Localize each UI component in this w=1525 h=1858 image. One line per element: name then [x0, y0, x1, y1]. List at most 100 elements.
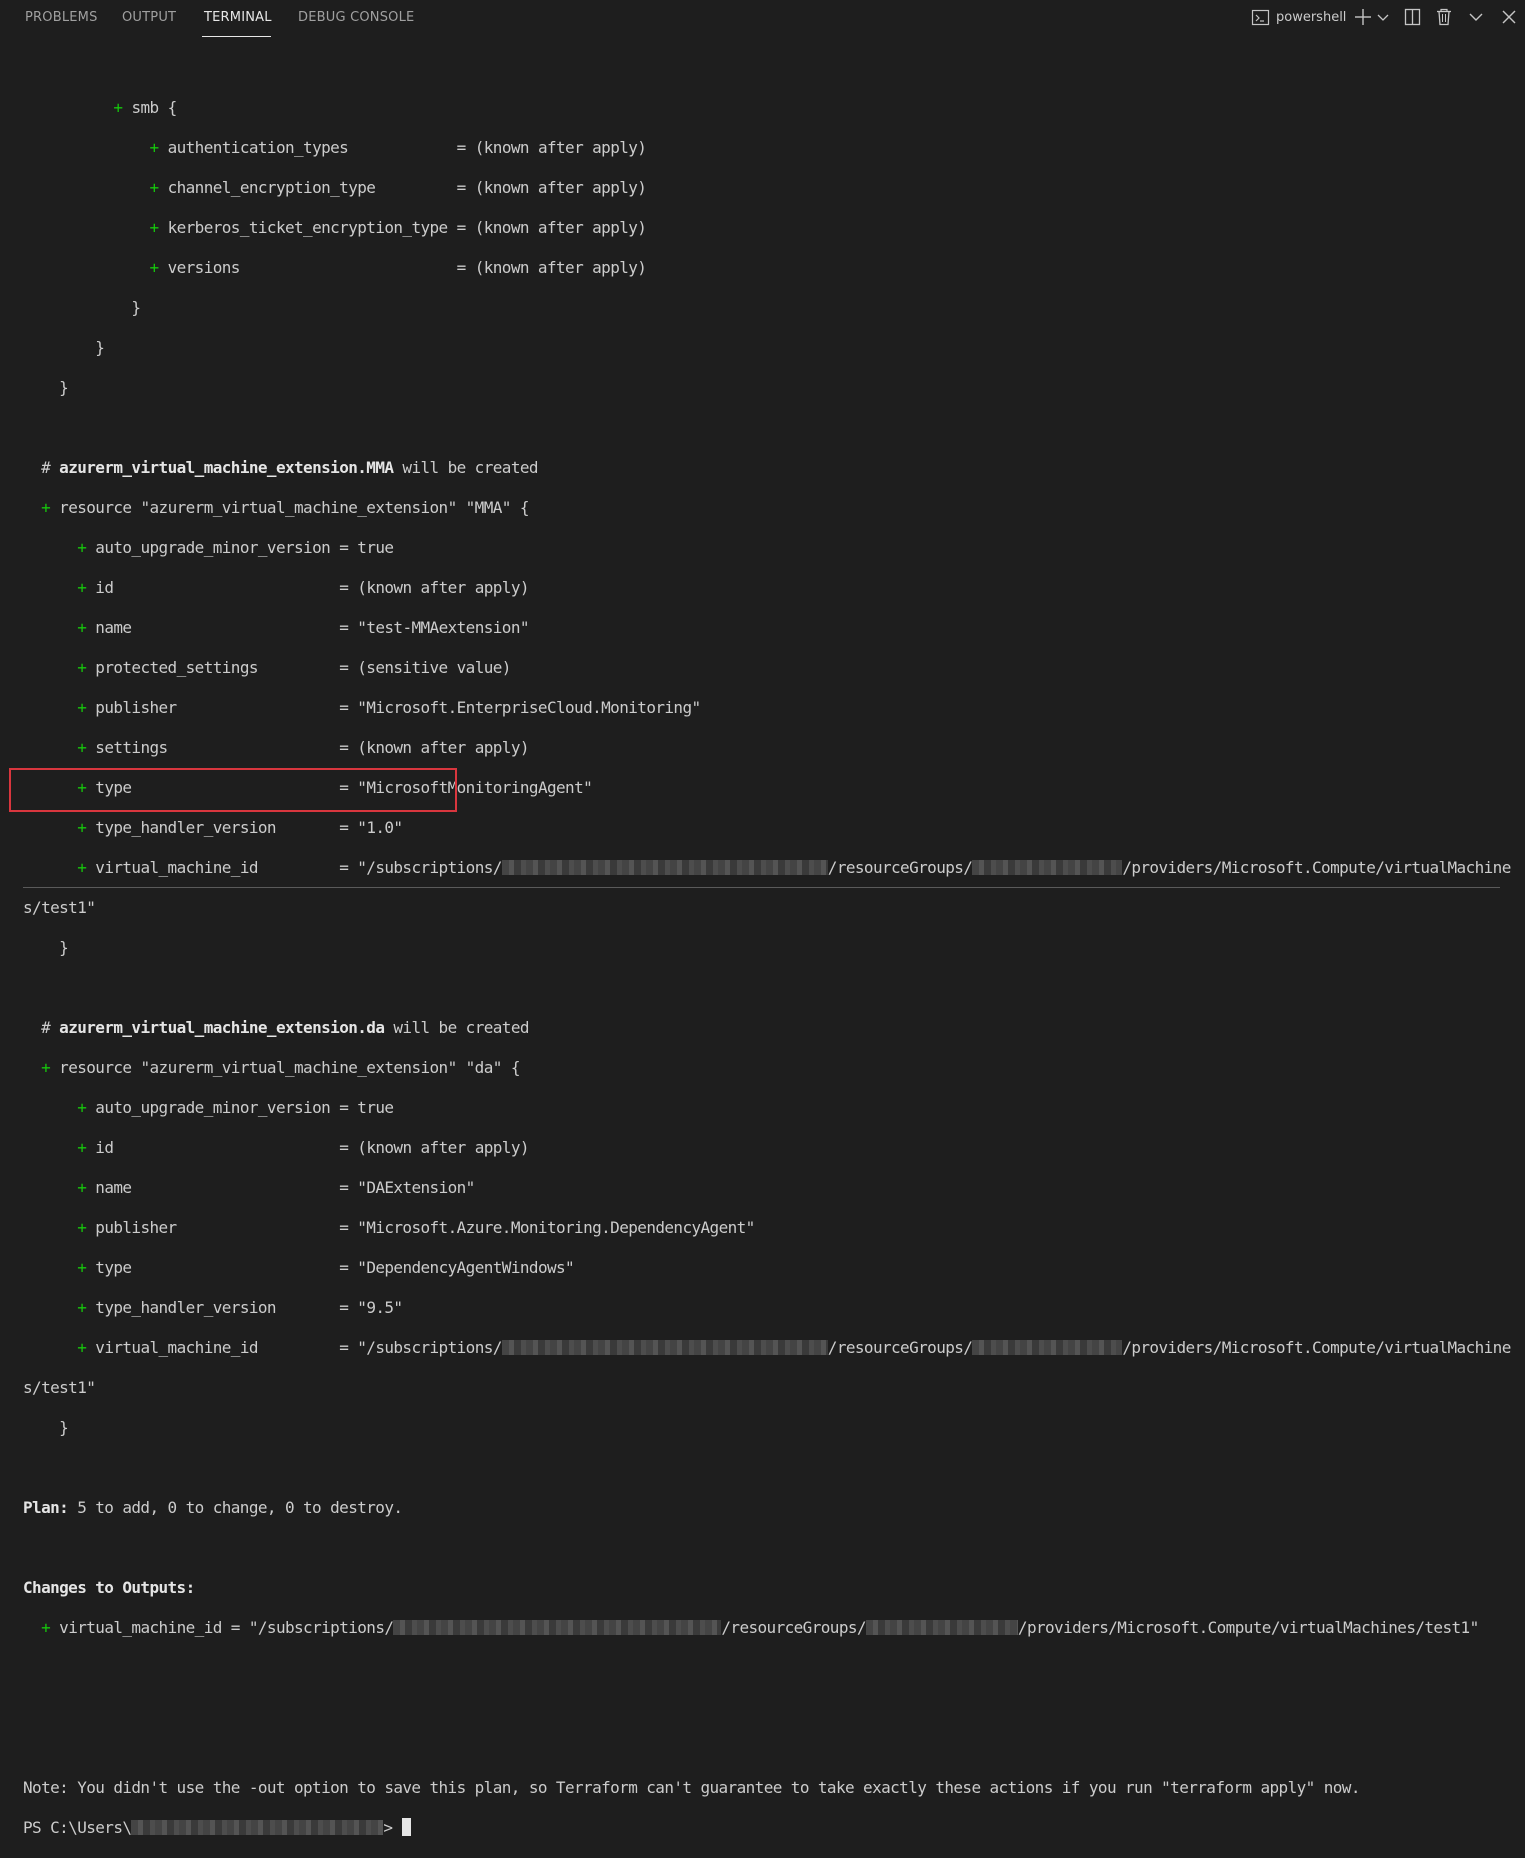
field-padding: [113, 578, 339, 597]
terminal-line: + auto_upgrade_minor_version = true: [77, 538, 394, 557]
terminal-line: # azurerm_virtual_machine_extension.da w…: [23, 1018, 1518, 1038]
da-field-key: name: [95, 1178, 132, 1197]
terminal-line: + authentication_types = (known after ap…: [149, 138, 647, 157]
da-vm-value-mid: /resourceGroups/: [827, 1338, 973, 1357]
output-end: /providers/Microsoft.Compute/virtualMach…: [1017, 1618, 1479, 1637]
field-padding: [375, 178, 447, 197]
da-field-key: type: [95, 1258, 132, 1277]
redacted-subscription-id: [393, 1620, 722, 1635]
note-text: Note: You didn't use the -out option to …: [23, 1778, 1360, 1797]
mma-vm-value-start: "/subscriptions/: [357, 858, 502, 877]
trash-icon[interactable]: [1436, 8, 1452, 28]
smb-field-value: (known after apply): [474, 178, 647, 197]
tab-output[interactable]: OUTPUT: [122, 10, 176, 30]
field-padding: [131, 618, 339, 637]
field-padding: [177, 1218, 340, 1237]
da-vm-value-end: /providers/Microsoft.Compute/virtualMach…: [1122, 1338, 1511, 1357]
terminal-line: }: [23, 1418, 69, 1437]
terminal-output[interactable]: + smb { + authentication_types = (known …: [23, 78, 1518, 1858]
da-field-value: "DAExtension": [357, 1178, 475, 1197]
da-field-key: type_handler_version: [95, 1298, 276, 1317]
terminal-line: }: [23, 338, 105, 357]
plus-marker: +: [77, 1218, 87, 1237]
mma-field-key: protected_settings: [95, 658, 258, 677]
note-line: Note: You didn't use the -out option to …: [23, 1778, 1518, 1798]
plan-summary: Plan: 5 to add, 0 to change, 0 to destro…: [23, 1498, 1518, 1518]
terminal-line: + channel_encryption_type = (known after…: [149, 178, 647, 197]
da-field-value: "Microsoft.Azure.Monitoring.DependencyAg…: [357, 1218, 755, 1237]
da-field-value: true: [357, 1098, 394, 1117]
output-mid: /resourceGroups/: [721, 1618, 866, 1637]
mma-resource-name: azurerm_virtual_machine_extension.MMA: [59, 458, 394, 477]
terminal-line: + publisher = "Microsoft.Azure.Monitorin…: [77, 1218, 755, 1237]
smb-field-key: channel_encryption_type: [167, 178, 376, 197]
mma-comment-suffix: will be created: [393, 458, 538, 477]
mma-field-key: settings: [95, 738, 168, 757]
terminal-line: }: [23, 938, 69, 957]
terminal-line: + name = "test-MMAextension": [77, 618, 529, 637]
plan-highlight-box: [9, 768, 457, 812]
comment-hash: #: [41, 1018, 51, 1037]
mma-field-key: id: [95, 578, 114, 597]
close-icon[interactable]: [1501, 8, 1517, 28]
mma-field-key: name: [95, 618, 132, 637]
redacted-resource-group: [972, 860, 1123, 875]
mma-field-value: (sensitive value): [357, 658, 511, 677]
field-padding: [330, 1098, 339, 1117]
terminal-line: + type = "DependencyAgentWindows": [77, 1258, 575, 1277]
field-padding: [177, 698, 340, 717]
terminal-line: + type_handler_version = "9.5": [77, 1298, 403, 1317]
terminal-line: # azurerm_virtual_machine_extension.MMA …: [23, 458, 1518, 478]
plan-text: 5 to add, 0 to change, 0 to destroy.: [68, 1498, 403, 1517]
prompt-line[interactable]: PS C:\Users\ >: [23, 1818, 1518, 1838]
smb-field-key: versions: [167, 258, 241, 277]
terminal-line: + id = (known after apply): [77, 578, 529, 597]
outputs-label: Changes to Outputs:: [23, 1578, 195, 1597]
terminal-line: + kerberos_ticket_encryption_type = (kno…: [149, 218, 647, 237]
redacted-username: [131, 1820, 384, 1835]
chevron-up-down-icon[interactable]: [1468, 8, 1484, 28]
plus-marker: +: [77, 1098, 87, 1117]
smb-field-value: (known after apply): [474, 258, 647, 277]
field-padding: [168, 738, 340, 757]
prompt-start: PS C:\Users\: [23, 1818, 132, 1837]
plus-icon[interactable]: [1354, 8, 1372, 28]
smb-field-value: (known after apply): [474, 138, 647, 157]
da-vm-wrap: s/test1": [23, 1378, 96, 1397]
terminal-icon[interactable]: [1251, 8, 1270, 28]
shell-name-label[interactable]: powershell: [1276, 10, 1346, 25]
da-field-key: auto_upgrade_minor_version: [95, 1098, 331, 1117]
chevron-down-icon[interactable]: [1377, 8, 1389, 28]
tab-debug-console[interactable]: DEBUG CONSOLE: [298, 10, 414, 30]
redacted-resource-group: [865, 1620, 1018, 1635]
smb-block-open: smb {: [131, 98, 177, 117]
tab-terminal[interactable]: TERMINAL: [204, 10, 272, 30]
split-icon[interactable]: [1404, 8, 1421, 28]
field-padding: [258, 658, 339, 677]
mma-vm-value-end: /providers/Microsoft.Compute/virtualMach…: [1122, 858, 1511, 877]
mma-field-value: (known after apply): [357, 578, 529, 597]
mma-field-value: "1.0": [357, 818, 403, 837]
mma-vm-value-mid: /resourceGroups/: [827, 858, 973, 877]
plus-marker: +: [77, 1338, 87, 1357]
plus-marker: +: [77, 618, 87, 637]
terminal-line: + virtual_machine_id = "/subscriptions/ /…: [23, 1618, 1518, 1638]
plus-marker: +: [113, 98, 123, 117]
terminal-line: }: [23, 378, 69, 397]
plus-marker: +: [149, 138, 159, 157]
plus-marker: +: [77, 698, 87, 717]
tab-problems[interactable]: PROBLEMS: [25, 10, 98, 30]
da-vm-value-start: "/subscriptions/: [357, 1338, 502, 1357]
da-resource-decl: resource "azurerm_virtual_machine_extens…: [59, 1058, 520, 1077]
field-padding: [258, 858, 339, 877]
plus-marker: +: [77, 658, 87, 677]
plus-marker: +: [149, 178, 159, 197]
redacted-subscription-id: [501, 860, 828, 875]
smb-field-value: (known after apply): [474, 218, 647, 237]
terminal-line: + versions = (known after apply): [149, 258, 647, 277]
smb-field-key: authentication_types: [167, 138, 349, 157]
mma-field-value: (known after apply): [357, 738, 529, 757]
